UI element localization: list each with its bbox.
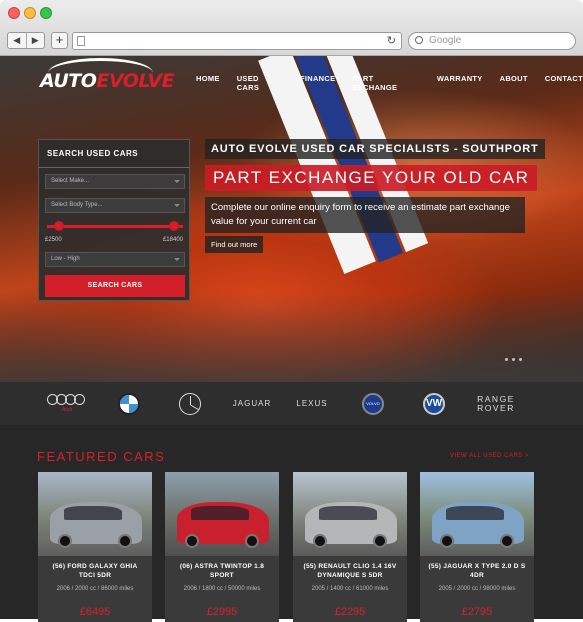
car-card[interactable]: (55) RENAULT CLIO 1.4 16V DYNAMIQUE S 5D… <box>293 472 407 622</box>
body-type-select-label: Select Body Type... <box>51 202 103 208</box>
car-price: £6495 <box>79 606 111 618</box>
volvo-logo[interactable]: VOLVO <box>360 382 386 425</box>
audi-label: Audi <box>61 407 72 413</box>
banner-headline: PART EXCHANGE YOUR OLD CAR <box>205 165 538 191</box>
car-price: £2795 <box>461 606 493 618</box>
car-card[interactable]: (06) ASTRA TWINTOP 1.8 SPORT 2006 / 1800… <box>165 472 279 622</box>
price-min-label: £2500 <box>45 237 62 243</box>
banner-subtitle: AUTO EVOLVE USED CAR SPECIALISTS - SOUTH… <box>205 139 545 159</box>
minimize-window-icon[interactable] <box>24 7 36 19</box>
nav-home[interactable]: HOME <box>196 74 220 92</box>
car-specs: 2006 / 2000 cc / 86000 miles <box>56 586 134 592</box>
site-logo[interactable]: AUTOEVOLVE <box>40 58 175 92</box>
sort-select[interactable]: Low - High <box>45 252 185 267</box>
forward-button[interactable]: ▶ <box>25 33 45 48</box>
browser-chrome: ◀ ▶ + ↻ Google <box>0 0 583 56</box>
car-name[interactable]: (56) FORD GALAXY GHIA TDCI 5DR <box>44 562 146 580</box>
car-name[interactable]: (06) ASTRA TWINTOP 1.8 SPORT <box>171 562 273 580</box>
reload-icon[interactable]: ↻ <box>387 34 396 47</box>
chevron-down-icon <box>174 258 180 261</box>
lexus-logo[interactable]: LEXUS <box>290 382 334 425</box>
slide-dot[interactable] <box>512 358 515 361</box>
volvo-label: VOLVO <box>362 392 384 415</box>
banner-description: Complete our online enquiry form to rece… <box>205 197 525 233</box>
car-photo[interactable] <box>165 472 279 556</box>
lexus-label: LEXUS <box>296 399 328 408</box>
search-panel: SEARCH USED CARS Select Make... Select B… <box>38 139 190 301</box>
logo-swoosh <box>48 58 153 88</box>
nav-warranty[interactable]: WARRANTY <box>437 74 483 92</box>
mercedes-logo[interactable] <box>177 382 203 425</box>
nav-used-cars[interactable]: USED CARS <box>237 74 283 92</box>
slider-dots <box>505 358 522 361</box>
price-max-label: £18400 <box>162 237 183 243</box>
audi-logo[interactable]: Audi <box>44 382 90 425</box>
car-price: £2295 <box>334 606 366 618</box>
nav-finance[interactable]: FINANCE <box>300 74 335 92</box>
vw-logo[interactable]: VW <box>421 382 447 425</box>
hero-ground-shade <box>0 292 583 382</box>
car-specs: 2005 / 2000 cc / 98000 miles <box>438 586 516 592</box>
maximize-window-icon[interactable] <box>40 7 52 19</box>
car-name[interactable]: (55) RENAULT CLIO 1.4 16V DYNAMIQUE S 5D… <box>299 562 401 580</box>
make-select[interactable]: Select Make... <box>45 174 185 189</box>
main-nav: HOME USED CARS FINANCE PART EXCHANGE WAR… <box>196 74 583 92</box>
new-tab-button[interactable]: + <box>51 32 68 49</box>
search-cars-button[interactable]: SEARCH CARS <box>45 275 185 297</box>
browser-search-input[interactable]: Google <box>408 32 576 50</box>
sort-select-label: Low - High <box>51 256 80 262</box>
nav-about[interactable]: ABOUT <box>500 74 528 92</box>
jaguar-label: JAGUAR <box>232 399 272 408</box>
slide-dot[interactable] <box>505 358 508 361</box>
browser-nav-buttons: ◀ ▶ <box>7 32 45 49</box>
body-type-select[interactable]: Select Body Type... <box>45 198 185 213</box>
price-range-track[interactable] <box>47 225 183 228</box>
price-max-handle[interactable] <box>169 221 179 231</box>
address-bar[interactable]: ↻ <box>72 32 402 50</box>
price-min-handle[interactable] <box>54 221 64 231</box>
make-select-label: Select Make... <box>51 178 90 184</box>
car-photo[interactable] <box>293 472 407 556</box>
chevron-down-icon <box>174 180 180 183</box>
chevron-down-icon <box>174 204 180 207</box>
slide-dot[interactable] <box>519 358 522 361</box>
divider <box>39 167 189 168</box>
search-panel-title: SEARCH USED CARS <box>47 149 139 158</box>
car-specs: 2006 / 1800 cc / 50000 miles <box>183 586 261 592</box>
car-name[interactable]: (55) JAGUAR X TYPE 2.0 D S 4DR <box>426 562 528 580</box>
back-button[interactable]: ◀ <box>8 33 26 48</box>
vw-label: VW <box>423 392 445 415</box>
nav-part-exchange[interactable]: PART EXCHANGE <box>352 74 419 92</box>
hero-slider: AUTOEVOLVE HOME USED CARS FINANCE PART E… <box>0 56 583 382</box>
search-placeholder: Google <box>429 35 462 46</box>
car-specs: 2005 / 1400 cc / 61000 miles <box>311 586 389 592</box>
range-rover-logo[interactable]: RANGE ROVER <box>468 382 524 425</box>
nav-contact[interactable]: CONTACT <box>545 74 583 92</box>
view-all-used-cars-link[interactable]: VIEW ALL USED CARS > <box>450 453 529 459</box>
page-icon <box>77 36 85 46</box>
car-photo[interactable] <box>420 472 534 556</box>
car-card[interactable]: (55) JAGUAR X TYPE 2.0 D S 4DR 2005 / 20… <box>420 472 534 622</box>
car-card[interactable]: (56) FORD GALAXY GHIA TDCI 5DR 2006 / 20… <box>38 472 152 622</box>
car-price: £2995 <box>206 606 238 618</box>
bmw-logo[interactable] <box>116 382 142 425</box>
car-photo[interactable] <box>38 472 152 556</box>
brand-bar: Audi JAGUAR LEXUS VOLVO VW RANGE ROVER <box>0 382 583 425</box>
search-icon <box>415 36 423 44</box>
find-out-more-button[interactable]: Find out more <box>205 236 264 253</box>
featured-title: FEATURED CARS <box>37 449 166 464</box>
close-window-icon[interactable] <box>8 7 20 19</box>
featured-cars-section: FEATURED CARS VIEW ALL USED CARS > (56) … <box>0 425 583 622</box>
jaguar-logo[interactable]: JAGUAR <box>228 382 276 425</box>
range-rover-line2: ROVER <box>477 402 515 413</box>
